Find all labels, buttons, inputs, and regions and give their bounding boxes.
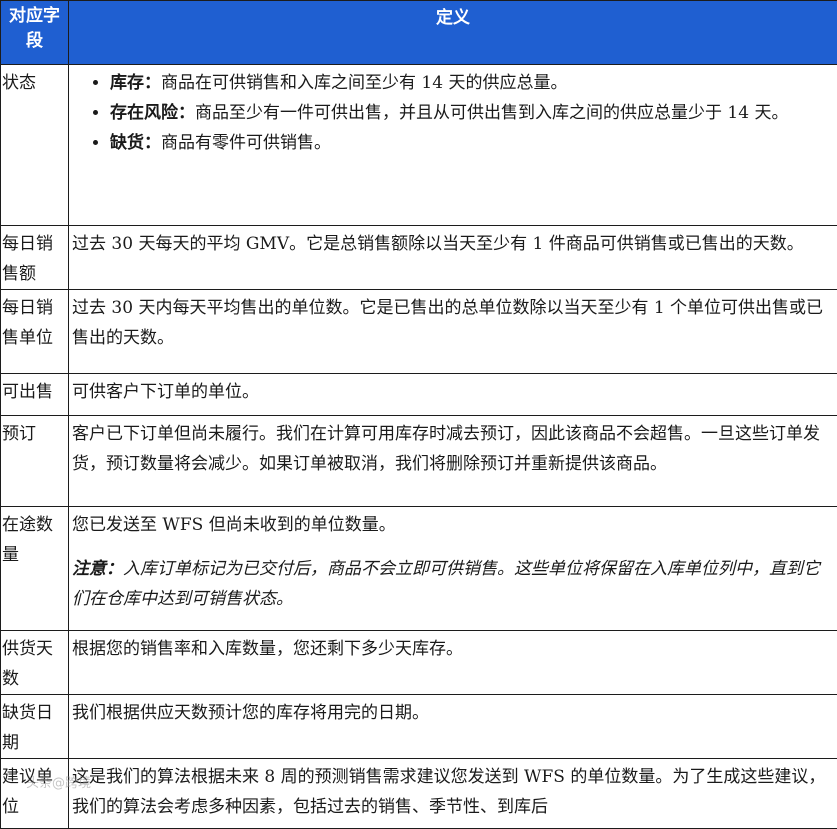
list-item: 存在风险：商品至少有一件可供出售，并且从可供出售到入库之间的供应总量少于 14 … bbox=[110, 98, 835, 128]
definition-daily-sales: 过去 30 天每天的平均 GMV。它是总销售额除以当天至少有 1 件商品可供销售… bbox=[69, 226, 837, 290]
table-row-in-transit: 在途数量 您已发送至 WFS 但尚未收到的单位数量。 注意：入库订单标记为已交付… bbox=[1, 507, 837, 631]
header-row: 对应字段 定义 bbox=[1, 1, 837, 65]
field-reserved: 预订 bbox=[1, 416, 69, 507]
field-daily-units: 每日销售单位 bbox=[1, 290, 69, 374]
watermark: 头条@跨境 bbox=[26, 772, 91, 791]
field-days-of-supply: 供货天数 bbox=[1, 631, 69, 695]
table-row-suggested-units: 建议单位 这是我们的算法根据未来 8 周的预测销售需求建议您发送到 WFS 的单… bbox=[1, 759, 837, 829]
note-text: 入库订单标记为已交付后，商品不会立即可供销售。这些单位将保留在入库单位列中，直到… bbox=[72, 559, 820, 609]
definition-suggested-units: 这是我们的算法根据未来 8 周的预测销售需求建议您发送到 WFS 的单位数量。为… bbox=[69, 759, 837, 829]
definition-stockout-date: 我们根据供应天数预计您的库存将用完的日期。 bbox=[69, 695, 837, 759]
field-definition-table: 对应字段 定义 状态 库存：商品在可供销售和入库之间至少有 14 天的供应总量。… bbox=[0, 0, 837, 829]
table-row-stockout-date: 缺货日期 我们根据供应天数预计您的库存将用完的日期。 bbox=[1, 695, 837, 759]
table-row-available: 可出售 可供客户下订单的单位。 bbox=[1, 374, 837, 416]
status-list: 库存：商品在可供销售和入库之间至少有 14 天的供应总量。 存在风险：商品至少有… bbox=[72, 68, 835, 158]
field-available: 可出售 bbox=[1, 374, 69, 416]
table-row-days-of-supply: 供货天数 根据您的销售率和入库数量，您还剩下多少天库存。 bbox=[1, 631, 837, 695]
definition-in-transit: 您已发送至 WFS 但尚未收到的单位数量。 注意：入库订单标记为已交付后，商品不… bbox=[69, 507, 837, 631]
table-row-status: 状态 库存：商品在可供销售和入库之间至少有 14 天的供应总量。 存在风险：商品… bbox=[1, 65, 837, 226]
list-item: 库存：商品在可供销售和入库之间至少有 14 天的供应总量。 bbox=[110, 68, 835, 98]
field-status: 状态 bbox=[1, 65, 69, 226]
list-item: 缺货：商品有零件可供销售。 bbox=[110, 128, 835, 158]
definition-available: 可供客户下订单的单位。 bbox=[69, 374, 837, 416]
header-definition: 定义 bbox=[69, 1, 837, 65]
spacer bbox=[72, 540, 835, 554]
field-in-transit: 在途数量 bbox=[1, 507, 69, 631]
table-row-daily-units: 每日销售单位 过去 30 天内每天平均售出的单位数。它是已售出的总单位数除以当天… bbox=[1, 290, 837, 374]
definition-status: 库存：商品在可供销售和入库之间至少有 14 天的供应总量。 存在风险：商品至少有… bbox=[69, 65, 837, 226]
table-row-reserved: 预订 客户已下订单但尚未履行。我们在计算可用库存时减去预订，因此该商品不会超售。… bbox=[1, 416, 837, 507]
note-label: 注意： bbox=[72, 559, 123, 579]
definition-daily-units: 过去 30 天内每天平均售出的单位数。它是已售出的总单位数除以当天至少有 1 个… bbox=[69, 290, 837, 374]
header-field: 对应字段 bbox=[1, 1, 69, 65]
definition-days-of-supply: 根据您的销售率和入库数量，您还剩下多少天库存。 bbox=[69, 631, 837, 695]
definition-reserved: 客户已下订单但尚未履行。我们在计算可用库存时减去预订，因此该商品不会超售。一旦这… bbox=[69, 416, 837, 507]
field-daily-sales: 每日销售额 bbox=[1, 226, 69, 290]
field-stockout-date: 缺货日期 bbox=[1, 695, 69, 759]
table-row-daily-sales: 每日销售额 过去 30 天每天的平均 GMV。它是总销售额除以当天至少有 1 件… bbox=[1, 226, 837, 290]
field-suggested-units: 建议单位 bbox=[1, 759, 69, 829]
in-transit-text: 您已发送至 WFS 但尚未收到的单位数量。 bbox=[72, 515, 396, 535]
